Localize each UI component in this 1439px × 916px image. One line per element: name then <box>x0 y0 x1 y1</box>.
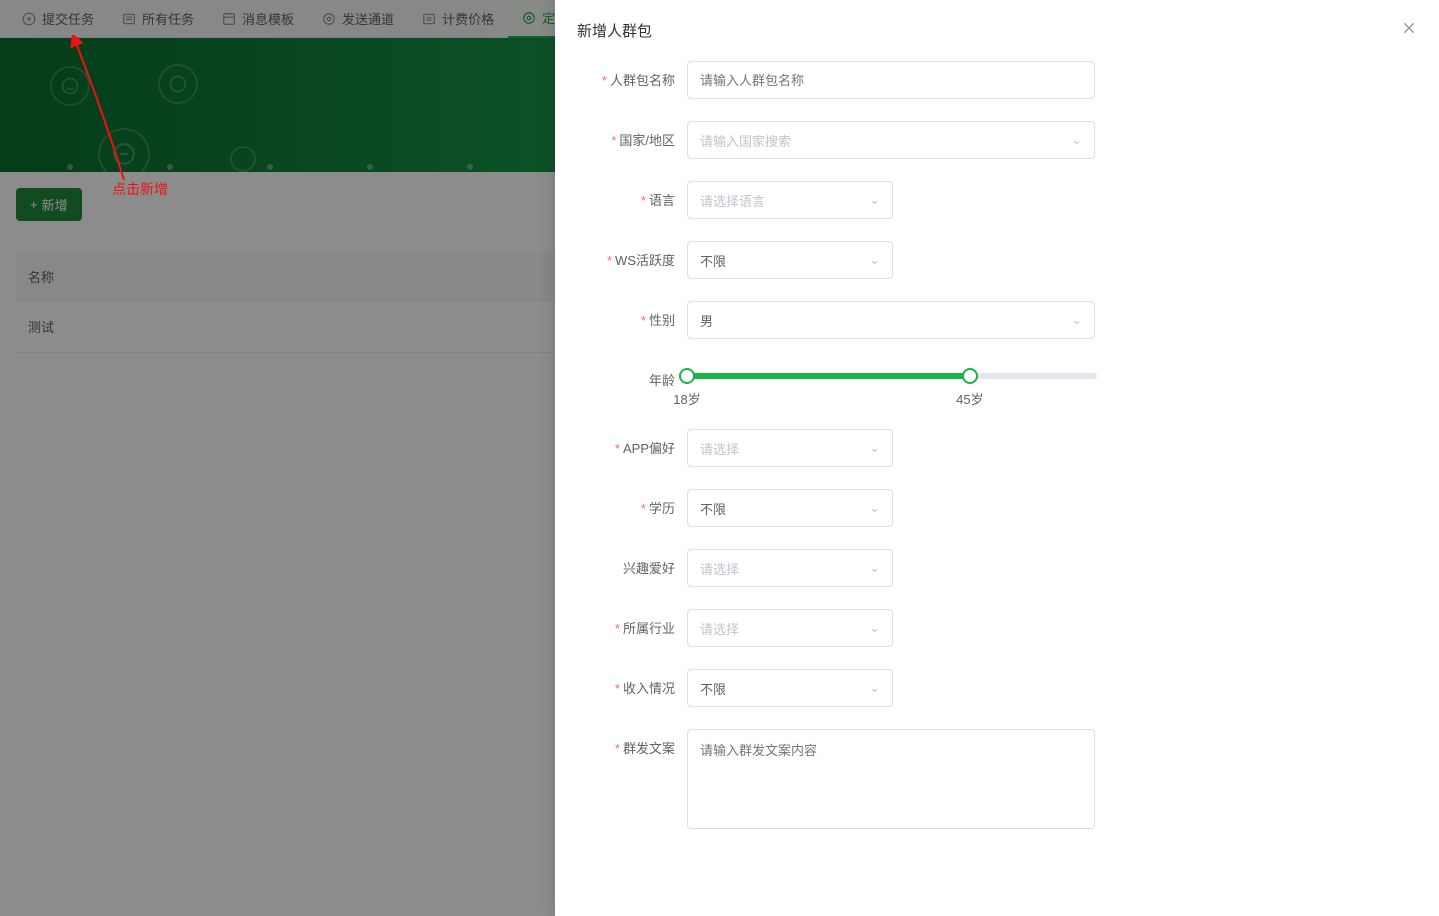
hobby-placeholder: 请选择 <box>700 559 739 578</box>
gender-value: 男 <box>700 311 713 330</box>
audience-form: *人群包名称 *国家/地区 请输入国家搜索 ⌄ *语言 请选择语言 ⌄ <box>555 61 1439 829</box>
label-region: 国家/地区 <box>619 133 675 148</box>
industry-select[interactable]: 请选择 ⌄ <box>687 609 893 647</box>
label-age: 年龄 <box>649 373 675 388</box>
drawer-add-audience: 新增人群包 *人群包名称 *国家/地区 请输入国家搜索 ⌄ *语言 <box>555 0 1439 916</box>
label-hobby: 兴趣爱好 <box>623 561 675 576</box>
chevron-down-icon: ⌄ <box>869 440 880 456</box>
chevron-down-icon: ⌄ <box>869 680 880 696</box>
chevron-down-icon: ⌄ <box>869 252 880 268</box>
activity-select[interactable]: 不限 ⌄ <box>687 241 893 279</box>
age-min-label: 18岁 <box>673 389 700 408</box>
chevron-down-icon: ⌄ <box>869 192 880 208</box>
chevron-down-icon: ⌄ <box>1071 312 1082 328</box>
app-pref-select[interactable]: 请选择 ⌄ <box>687 429 893 467</box>
language-select[interactable]: 请选择语言 ⌄ <box>687 181 893 219</box>
content-textarea[interactable] <box>687 729 1095 829</box>
age-max-label: 45岁 <box>956 389 983 408</box>
chevron-down-icon: ⌄ <box>1071 132 1082 148</box>
app-pref-placeholder: 请选择 <box>700 439 739 458</box>
close-icon[interactable] <box>1401 20 1417 41</box>
chevron-down-icon: ⌄ <box>869 560 880 576</box>
label-education: 学历 <box>649 501 675 516</box>
label-language: 语言 <box>649 193 675 208</box>
education-value: 不限 <box>700 499 726 518</box>
hobby-select[interactable]: 请选择 ⌄ <box>687 549 893 587</box>
label-gender: 性别 <box>649 313 675 328</box>
region-placeholder: 请输入国家搜索 <box>700 131 791 150</box>
name-input[interactable] <box>687 61 1095 99</box>
slider-handle-min[interactable] <box>679 368 695 384</box>
age-slider[interactable]: 18岁 45岁 <box>687 361 1097 407</box>
label-income: 收入情况 <box>623 681 675 696</box>
education-select[interactable]: 不限 ⌄ <box>687 489 893 527</box>
income-select[interactable]: 不限 ⌄ <box>687 669 893 707</box>
label-app-pref: APP偏好 <box>623 441 675 456</box>
label-content: 群发文案 <box>623 741 675 756</box>
chevron-down-icon: ⌄ <box>869 620 880 636</box>
label-activity: WS活跃度 <box>615 253 675 268</box>
label-industry: 所属行业 <box>623 621 675 636</box>
gender-select[interactable]: 男 ⌄ <box>687 301 1095 339</box>
chevron-down-icon: ⌄ <box>869 500 880 516</box>
income-value: 不限 <box>700 679 726 698</box>
region-select[interactable]: 请输入国家搜索 ⌄ <box>687 121 1095 159</box>
language-placeholder: 请选择语言 <box>700 191 765 210</box>
label-name: 人群包名称 <box>610 73 675 88</box>
industry-placeholder: 请选择 <box>700 619 739 638</box>
slider-handle-max[interactable] <box>962 368 978 384</box>
activity-value: 不限 <box>700 251 726 270</box>
drawer-title: 新增人群包 <box>577 20 652 41</box>
